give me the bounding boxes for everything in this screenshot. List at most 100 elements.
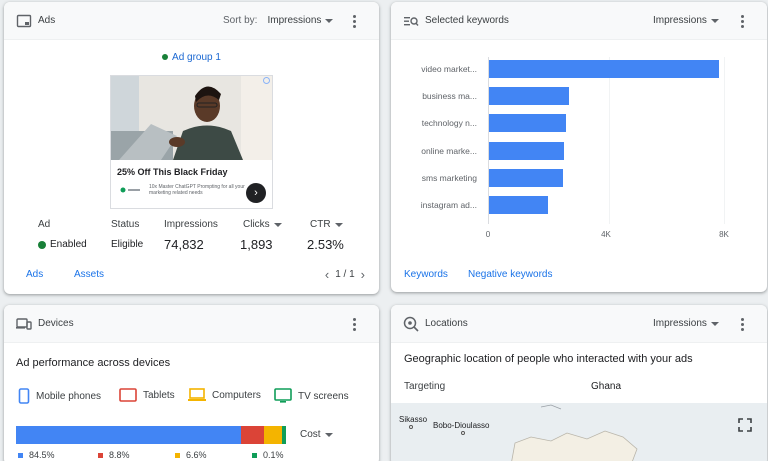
locations-metric-value: Impressions bbox=[653, 318, 707, 329]
ads-more-icon[interactable] bbox=[348, 11, 360, 31]
map-place-label: Sikasso bbox=[399, 415, 428, 424]
keywords-metric-value: Impressions bbox=[653, 15, 707, 26]
chevron-right-icon[interactable]: › bbox=[246, 183, 266, 203]
ad-headline: 25% Off This Black Friday bbox=[117, 167, 228, 177]
legend-mobile-phones[interactable]: Mobile phones bbox=[18, 388, 101, 404]
keywords-card-header: Selected keywords Impressions bbox=[391, 2, 767, 40]
tablet-icon bbox=[119, 388, 137, 402]
ad-image bbox=[111, 76, 272, 160]
device-share-segment[interactable] bbox=[282, 426, 286, 444]
share-tv: 0.1% bbox=[252, 450, 284, 460]
ad-description: 10x Master ChatGPT Prompting for all you… bbox=[149, 184, 245, 196]
device-share-segment[interactable] bbox=[264, 426, 282, 444]
keyword-bar[interactable] bbox=[489, 141, 565, 160]
map-place-label: Bobo-Dioulasso bbox=[433, 421, 490, 430]
devices-card: Devices Ad performance across devices Mo… bbox=[4, 305, 379, 461]
keywords-card-title: Selected keywords bbox=[425, 15, 509, 26]
computer-color-swatch bbox=[175, 452, 180, 458]
chevron-down-icon bbox=[325, 18, 334, 23]
chevron-left-icon[interactable]: ‹ bbox=[325, 267, 329, 282]
locations-card-title: Locations bbox=[425, 318, 468, 329]
legend-computers[interactable]: Computers bbox=[188, 388, 261, 402]
keyword-label: technology n... bbox=[421, 118, 477, 129]
keywords-more-icon[interactable] bbox=[736, 11, 748, 31]
keywords-link[interactable]: Keywords bbox=[404, 269, 448, 280]
share-mobile: 84.5% bbox=[18, 450, 55, 460]
ads-card-title: Ads bbox=[38, 15, 56, 26]
keyword-bar[interactable] bbox=[489, 168, 563, 187]
map-place-marker bbox=[409, 425, 413, 429]
keywords-card: Selected keywords Impressions video mark… bbox=[391, 2, 767, 292]
x-tick-label: 4K bbox=[601, 230, 611, 239]
negative-keywords-link[interactable]: Negative keywords bbox=[468, 269, 552, 280]
clicks-column-selector[interactable]: Clicks bbox=[243, 219, 282, 230]
sort-value: Impressions bbox=[267, 15, 322, 26]
ctr-value: 2.53% bbox=[307, 237, 344, 252]
device-share-bar bbox=[16, 426, 286, 444]
ad-group-name: Ad group 1 bbox=[172, 52, 221, 63]
ads-card: Ads Sort by: Impressions Ad group 1 25% … bbox=[4, 2, 379, 294]
devices-metric-dropdown[interactable]: Cost bbox=[300, 429, 333, 440]
status-column-label: Status bbox=[111, 219, 140, 230]
share-value: 84.5% bbox=[29, 450, 55, 460]
device-share-segment[interactable] bbox=[241, 426, 265, 444]
enabled-dot-icon bbox=[38, 240, 46, 249]
ad-choices-icon bbox=[263, 77, 270, 84]
targeting-label: Targeting bbox=[404, 381, 446, 392]
ads-card-header: Ads Sort by: Impressions bbox=[4, 2, 379, 40]
enabled-dot-icon bbox=[162, 54, 169, 61]
advertiser-logo-icon bbox=[120, 187, 140, 193]
device-share-segment[interactable] bbox=[16, 426, 242, 444]
ctr-column-selector[interactable]: CTR bbox=[310, 219, 343, 230]
impressions-value: 74,832 bbox=[164, 237, 204, 252]
keyword-label: instagram ad... bbox=[420, 200, 477, 210]
status-value: Eligible bbox=[111, 239, 144, 250]
keywords-metric-dropdown[interactable]: Impressions bbox=[653, 15, 719, 26]
keyword-label: online marke... bbox=[421, 145, 477, 156]
legend-label: Mobile phones bbox=[36, 390, 102, 402]
keyword-bar[interactable] bbox=[489, 60, 720, 78]
clicks-label: Clicks bbox=[243, 219, 270, 230]
legend-label: TV screens bbox=[298, 390, 349, 402]
ad-enabled-value: Enabled bbox=[50, 239, 87, 250]
impressions-column-label: Impressions bbox=[164, 219, 218, 230]
assets-link[interactable]: Assets bbox=[74, 269, 104, 280]
ad-preview[interactable]: 25% Off This Black Friday 10x Master Cha… bbox=[110, 75, 273, 209]
fullscreen-icon[interactable] bbox=[737, 417, 753, 433]
page-indicator: 1 / 1 bbox=[335, 269, 355, 280]
legend-tablets[interactable]: Tablets bbox=[119, 388, 175, 402]
devices-more-icon[interactable] bbox=[348, 314, 360, 334]
legend-label: Tablets bbox=[143, 389, 175, 401]
grid-line bbox=[724, 57, 725, 224]
keyword-bar[interactable] bbox=[489, 87, 569, 106]
chevron-down-icon bbox=[273, 222, 282, 227]
keyword-label: sms marketing bbox=[421, 172, 477, 183]
person-at-laptop-illustration bbox=[111, 76, 272, 160]
ad-group-label[interactable]: Ad group 1 bbox=[4, 52, 379, 63]
locations-more-icon[interactable] bbox=[736, 314, 748, 334]
chevron-down-icon bbox=[710, 18, 719, 23]
ads-link[interactable]: Ads bbox=[26, 269, 43, 280]
sort-dropdown[interactable]: Sort by: Impressions bbox=[223, 15, 334, 26]
laptop-icon bbox=[188, 388, 206, 401]
location-map[interactable]: Sikasso Bobo-Dioulasso bbox=[391, 403, 767, 461]
share-value: 8.8% bbox=[109, 450, 130, 460]
location-search-icon bbox=[403, 316, 419, 332]
ad-status-cell: Enabled bbox=[38, 239, 87, 250]
keyword-bar[interactable] bbox=[489, 196, 548, 214]
share-tablets: 8.8% bbox=[98, 450, 130, 460]
mobile-color-swatch bbox=[18, 452, 23, 458]
locations-metric-dropdown[interactable]: Impressions bbox=[653, 318, 719, 329]
keyword-bar[interactable] bbox=[489, 114, 566, 133]
share-computers: 6.6% bbox=[175, 450, 207, 460]
tv-color-swatch bbox=[252, 452, 257, 458]
share-value: 6.6% bbox=[186, 450, 207, 460]
clicks-value: 1,893 bbox=[240, 237, 273, 252]
keyword-label: business ma... bbox=[422, 91, 477, 102]
ad-icon bbox=[16, 14, 32, 28]
chevron-right-icon[interactable]: › bbox=[361, 267, 365, 282]
legend-tv-screens[interactable]: TV screens bbox=[274, 388, 349, 404]
mobile-phone-icon bbox=[18, 388, 30, 404]
share-value: 0.1% bbox=[263, 450, 284, 460]
keyword-label: video market... bbox=[421, 64, 477, 74]
